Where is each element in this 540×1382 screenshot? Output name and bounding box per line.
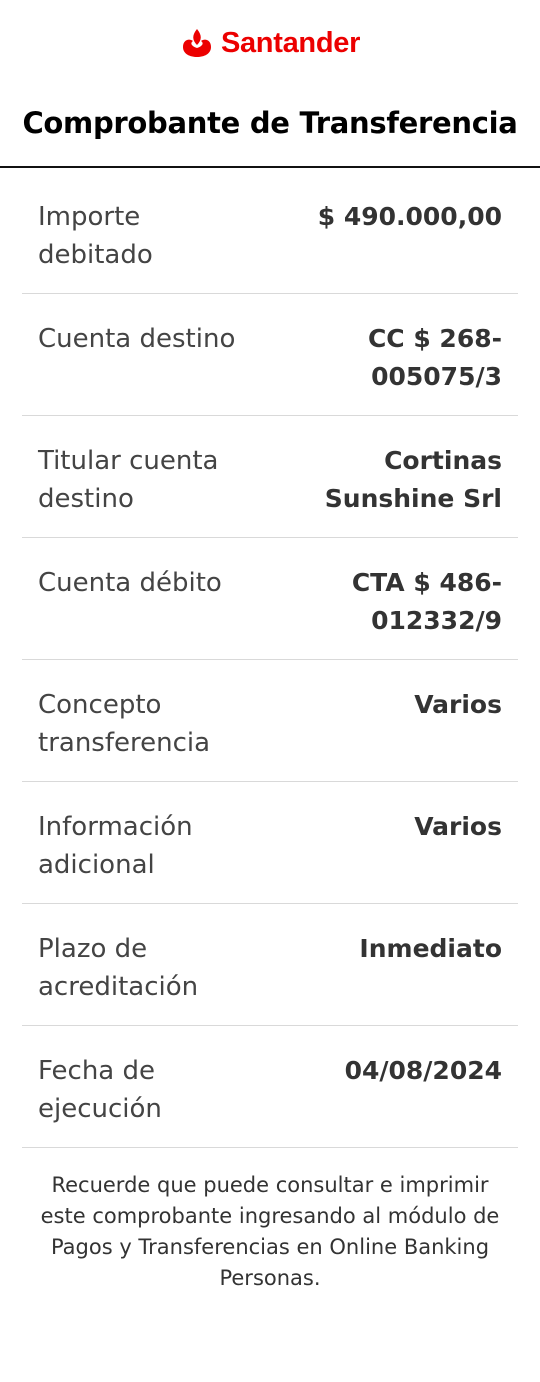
detail-value: CC $ 268-005075/3 — [367, 324, 502, 391]
santander-logo: Santander — [0, 20, 540, 66]
detail-value: $ 490.000,00 — [317, 202, 502, 231]
detail-label: Concepto transferencia — [38, 690, 211, 758]
detail-label: Fecha de ejecución — [38, 1056, 162, 1124]
detail-row-titular: Titular cuenta destino Cortinas Sunshine… — [22, 416, 518, 538]
footer-note: Recuerde que puede consultar e imprimir … — [40, 1173, 500, 1290]
brand-name: Santander — [220, 26, 361, 59]
detail-value: Varios — [414, 812, 502, 841]
detail-row-cuenta-debito: Cuenta débito CTA $ 486-012332/9 — [22, 538, 518, 660]
detail-row-informacion: Información adicional Varios — [22, 782, 518, 904]
detail-row-fecha: Fecha de ejecución 04/08/2024 — [22, 1026, 518, 1148]
transfer-details-list: Importe debitado $ 490.000,00 Cuenta des… — [22, 172, 518, 1148]
detail-row-plazo: Plazo de acreditación Inmediato — [22, 904, 518, 1026]
detail-row-importe: Importe debitado $ 490.000,00 — [22, 172, 518, 294]
detail-value: CTA $ 486-012332/9 — [351, 568, 502, 635]
title-divider — [0, 166, 540, 168]
detail-label: Cuenta destino — [38, 324, 236, 354]
detail-row-concepto: Concepto transferencia Varios — [22, 660, 518, 782]
detail-value: 04/08/2024 — [344, 1056, 502, 1085]
page-title: Comprobante de Transferencia — [22, 106, 518, 140]
detail-label: Importe debitado — [38, 202, 153, 270]
detail-value: Varios — [414, 690, 502, 719]
detail-value: Cortinas Sunshine Srl — [324, 446, 502, 513]
detail-row-cuenta-destino: Cuenta destino CC $ 268-005075/3 — [22, 294, 518, 416]
detail-label: Cuenta débito — [38, 568, 222, 598]
detail-label: Plazo de acreditación — [38, 934, 199, 1002]
detail-label: Información adicional — [38, 812, 193, 880]
santander-flame-icon — [180, 27, 214, 59]
detail-label: Titular cuenta destino — [38, 446, 219, 514]
detail-value: Inmediato — [359, 934, 502, 963]
